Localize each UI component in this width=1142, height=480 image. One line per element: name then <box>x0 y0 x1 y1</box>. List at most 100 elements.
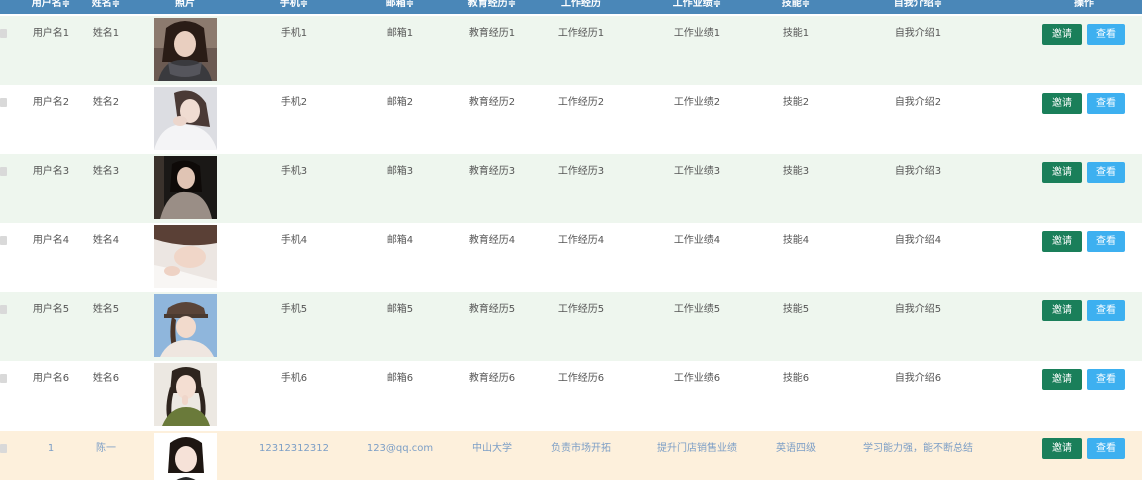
cell-email: 123@qq.com <box>366 443 434 454</box>
cell-education: 教育经历2 <box>468 97 516 108</box>
invite-button[interactable]: 邀请 <box>1042 438 1082 459</box>
view-button[interactable]: 查看 <box>1087 369 1125 390</box>
cell-work: 工作经历6 <box>557 373 605 384</box>
row-checkbox[interactable] <box>0 305 7 314</box>
avatar <box>154 87 217 150</box>
view-button[interactable]: 查看 <box>1087 438 1125 459</box>
cell-name: 姓名3 <box>92 166 120 177</box>
cell-intro: 自我介绍3 <box>894 166 942 177</box>
view-button[interactable]: 查看 <box>1087 93 1125 114</box>
cell-intro: 自我介绍4 <box>894 235 942 246</box>
column-header-username[interactable]: 用户名≑ <box>32 0 70 11</box>
cell-email: 邮箱2 <box>386 97 414 108</box>
column-header-work: 工作经历 <box>561 0 601 9</box>
cell-phone: 手机5 <box>280 304 308 315</box>
cell-skill: 技能5 <box>782 304 810 315</box>
cell-phone: 手机1 <box>280 28 308 39</box>
cell-intro: 自我介绍2 <box>894 97 942 108</box>
cell-name: 姓名4 <box>92 235 120 246</box>
cell-intro: 自我介绍5 <box>894 304 942 315</box>
cell-phone: 手机2 <box>280 97 308 108</box>
cell-username: 1 <box>47 443 55 454</box>
cell-skill: 技能3 <box>782 166 810 177</box>
table-row: 1 陈一 12312312312 123@qq.com 中山大学 负责市场开拓 … <box>0 431 1142 480</box>
cell-name: 姓名6 <box>92 373 120 384</box>
cell-intro: 自我介绍6 <box>894 373 942 384</box>
cell-achievement: 工作业绩3 <box>673 166 721 177</box>
row-checkbox[interactable] <box>0 167 7 176</box>
cell-name: 姓名5 <box>92 304 120 315</box>
invite-button[interactable]: 邀请 <box>1042 300 1082 321</box>
avatar <box>154 156 217 219</box>
cell-skill: 技能1 <box>782 28 810 39</box>
cell-intro: 学习能力强，能不断总结 <box>863 443 973 454</box>
view-button[interactable]: 查看 <box>1087 231 1125 252</box>
resume-table: 用户名≑ 姓名≑ 照片 手机≑ 邮箱≑ 教育经历≑ 工作经历 工作业绩≑ 技能≑… <box>0 0 1142 480</box>
row-checkbox[interactable] <box>0 236 7 245</box>
cell-email: 邮箱3 <box>386 166 414 177</box>
cell-phone: 手机4 <box>280 235 308 246</box>
cell-phone: 手机3 <box>280 166 308 177</box>
cell-username: 用户名2 <box>32 97 70 108</box>
cell-education: 中山大学 <box>472 443 512 454</box>
cell-achievement: 工作业绩4 <box>673 235 721 246</box>
cell-education: 教育经历6 <box>468 373 516 384</box>
cell-work: 工作经历2 <box>557 97 605 108</box>
cell-name: 姓名2 <box>92 97 120 108</box>
cell-work: 负责市场开拓 <box>551 443 611 454</box>
cell-skill: 英语四级 <box>776 443 816 454</box>
cell-achievement: 提升门店销售业绩 <box>657 443 737 454</box>
invite-button[interactable]: 邀请 <box>1042 162 1082 183</box>
invite-button[interactable]: 邀请 <box>1042 24 1082 45</box>
table-row: 用户名1 姓名1 手机1 邮箱1 教育经历1 工作经历1 工作业绩1 技能1 自… <box>0 16 1142 85</box>
cell-work: 工作经历3 <box>557 166 605 177</box>
avatar <box>154 363 217 426</box>
view-button[interactable]: 查看 <box>1087 162 1125 183</box>
cell-email: 邮箱1 <box>386 28 414 39</box>
cell-skill: 技能2 <box>782 97 810 108</box>
row-checkbox[interactable] <box>0 98 7 107</box>
cell-intro: 自我介绍1 <box>894 28 942 39</box>
cell-email: 邮箱6 <box>386 373 414 384</box>
cell-skill: 技能6 <box>782 373 810 384</box>
cell-work: 工作经历5 <box>557 304 605 315</box>
cell-education: 教育经历1 <box>468 28 516 39</box>
cell-work: 工作经历1 <box>557 28 605 39</box>
cell-email: 邮箱5 <box>386 304 414 315</box>
table-header: 用户名≑ 姓名≑ 照片 手机≑ 邮箱≑ 教育经历≑ 工作经历 工作业绩≑ 技能≑… <box>0 0 1142 14</box>
column-header-achievement[interactable]: 工作业绩≑ <box>673 0 721 11</box>
cell-achievement: 工作业绩1 <box>673 28 721 39</box>
cell-username: 用户名4 <box>32 235 70 246</box>
invite-button[interactable]: 邀请 <box>1042 93 1082 114</box>
cell-email: 邮箱4 <box>386 235 414 246</box>
row-checkbox[interactable] <box>0 444 7 453</box>
avatar <box>154 294 217 357</box>
cell-achievement: 工作业绩2 <box>673 97 721 108</box>
cell-work: 工作经历4 <box>557 235 605 246</box>
avatar <box>154 225 217 288</box>
view-button[interactable]: 查看 <box>1087 300 1125 321</box>
cell-education: 教育经历3 <box>468 166 516 177</box>
column-header-actions: 操作 <box>1074 0 1094 9</box>
invite-button[interactable]: 邀请 <box>1042 231 1082 252</box>
cell-achievement: 工作业绩5 <box>673 304 721 315</box>
cell-name: 姓名1 <box>92 28 120 39</box>
column-header-intro[interactable]: 自我介绍≑ <box>894 0 942 11</box>
cell-phone: 手机6 <box>280 373 308 384</box>
column-header-skill[interactable]: 技能≑ <box>782 0 810 11</box>
row-checkbox[interactable] <box>0 29 7 38</box>
invite-button[interactable]: 邀请 <box>1042 369 1082 390</box>
table-row: 用户名6 姓名6 手机6 邮箱6 教育经历6 工作经历6 工作业绩6 技能6 自… <box>0 361 1142 430</box>
cell-education: 教育经历5 <box>468 304 516 315</box>
column-header-name[interactable]: 姓名≑ <box>92 0 120 11</box>
column-header-phone[interactable]: 手机≑ <box>280 0 308 11</box>
avatar <box>154 433 217 480</box>
cell-skill: 技能4 <box>782 235 810 246</box>
cell-username: 用户名1 <box>32 28 70 39</box>
row-checkbox[interactable] <box>0 374 7 383</box>
view-button[interactable]: 查看 <box>1087 24 1125 45</box>
table-row: 用户名4 姓名4 手机4 邮箱4 教育经历4 工作经历4 工作业绩4 技能4 自… <box>0 223 1142 292</box>
column-header-email[interactable]: 邮箱≑ <box>386 0 414 11</box>
cell-phone: 12312312312 <box>259 443 329 454</box>
column-header-education[interactable]: 教育经历≑ <box>468 0 516 11</box>
